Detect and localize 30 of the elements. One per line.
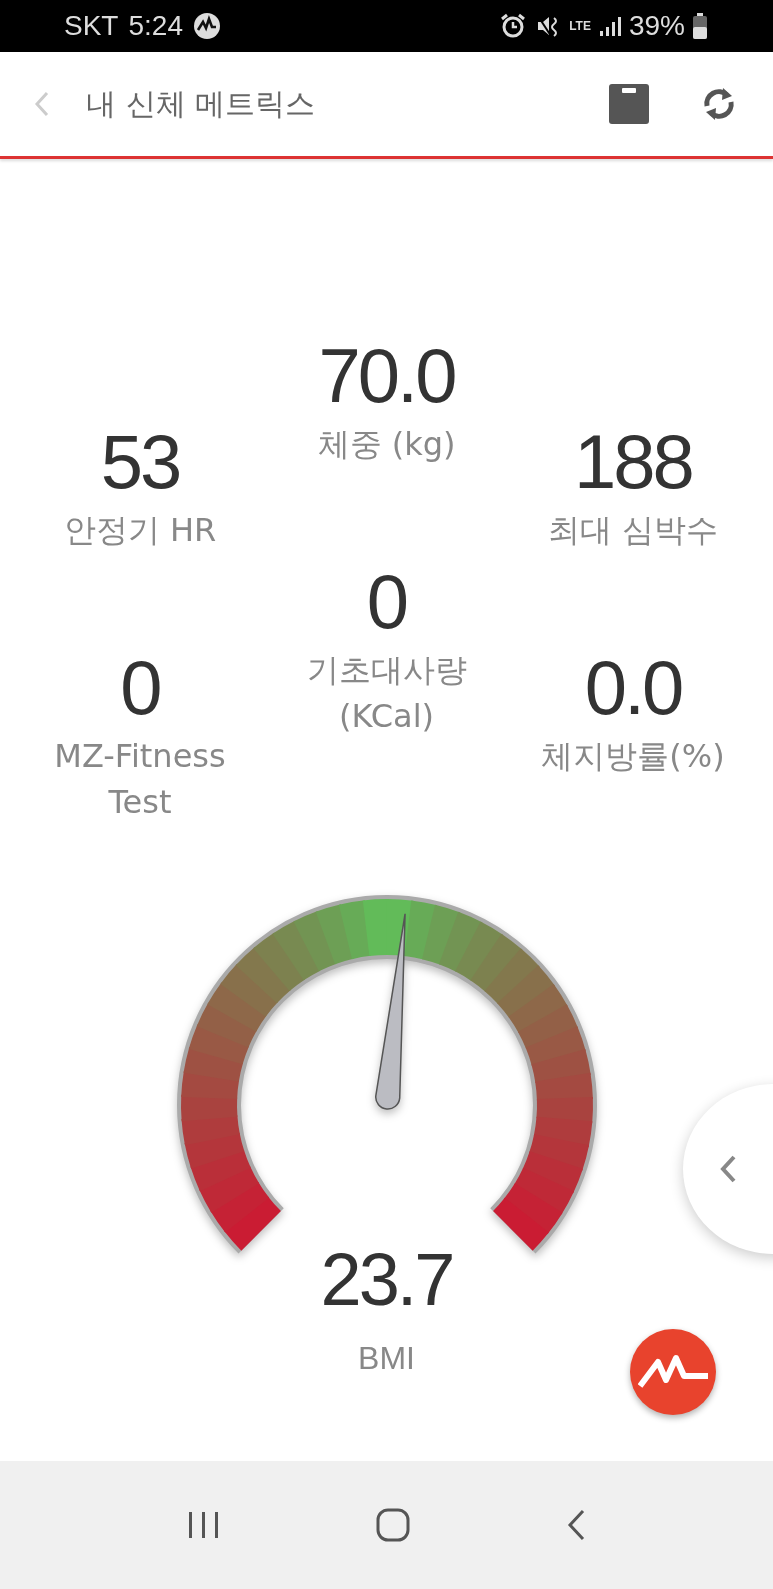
metric-value: 188 xyxy=(574,418,692,506)
metric-value: 53 xyxy=(100,418,180,506)
metric-value: 0 xyxy=(366,558,407,646)
metric-label: 최대 심박수 xyxy=(547,510,719,551)
activity-icon xyxy=(192,12,221,40)
alarm-icon xyxy=(499,12,528,40)
page-title: 내 신체 메트릭스 xyxy=(86,84,316,123)
metric-label: MZ-Fitness Test xyxy=(53,736,227,823)
metric-label: 기초대사량 (KCal) xyxy=(305,650,468,737)
home-icon xyxy=(375,1507,412,1543)
chevron-left-icon xyxy=(719,1154,737,1184)
bmi-label: BMI xyxy=(358,1339,415,1378)
scale-icon xyxy=(609,84,649,124)
bmi-value: 23.7 xyxy=(320,1237,453,1323)
metric-value: 0 xyxy=(120,644,160,732)
battery-text: 39% xyxy=(628,10,685,42)
back-icon xyxy=(34,90,50,118)
metric-value: 0.0 xyxy=(584,644,682,732)
signal-icon xyxy=(598,15,621,37)
activity-button[interactable] xyxy=(630,1329,716,1415)
back-nav-icon xyxy=(565,1508,586,1542)
metric-label: 체중 (kg) xyxy=(316,424,457,465)
scale-button[interactable] xyxy=(609,84,649,124)
metric-label: 안정기 HR xyxy=(63,510,217,551)
metric-label: 체지방률(%) xyxy=(541,736,725,777)
carrier-text: SKT xyxy=(64,10,119,42)
clock-text: 5:24 xyxy=(128,10,183,42)
battery-icon xyxy=(693,13,707,39)
metric-value: 70.0 xyxy=(318,332,455,420)
network-text: LTE xyxy=(569,19,591,33)
